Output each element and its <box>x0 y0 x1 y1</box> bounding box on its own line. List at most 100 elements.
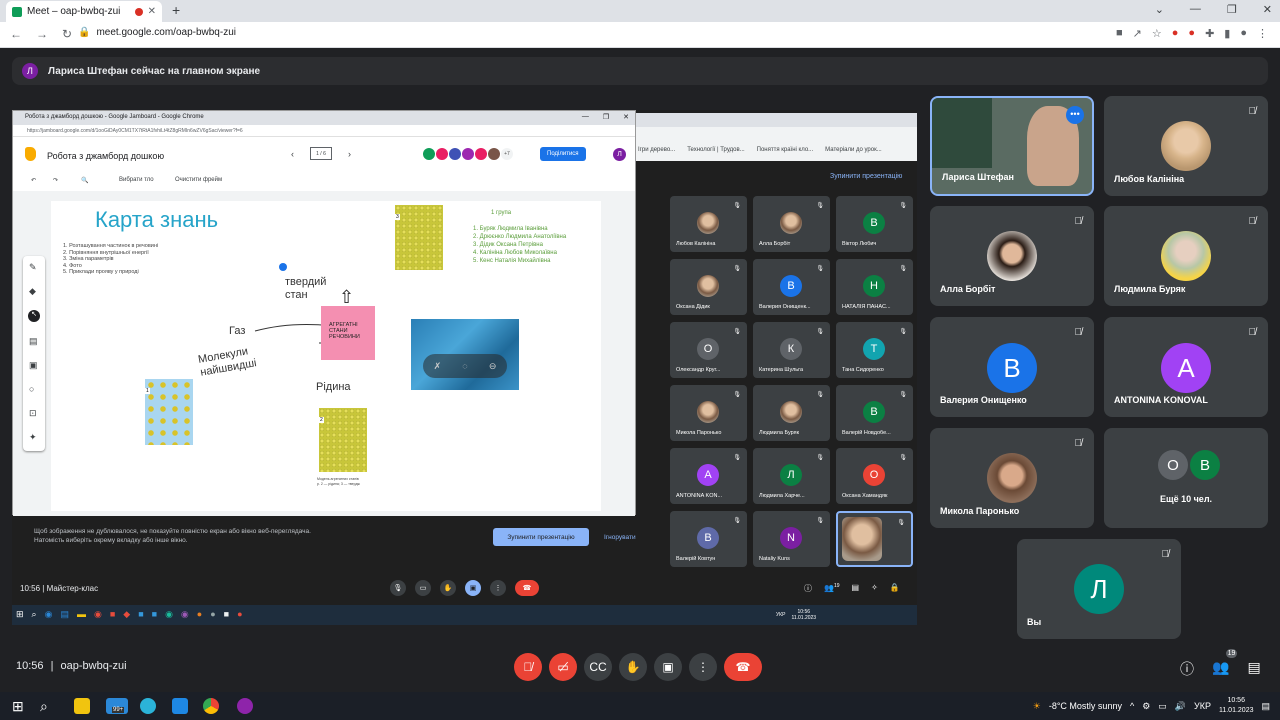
forward-icon[interactable]: → <box>36 27 48 41</box>
reload-icon[interactable]: ↻ <box>62 27 72 41</box>
close-tab-icon[interactable]: ✕ <box>148 6 156 17</box>
participant-name: Валерій Новдобе... <box>842 430 891 436</box>
puzzle-icon[interactable]: ✚ <box>1205 27 1214 40</box>
participant-name: Валерій Ковтун <box>676 556 716 562</box>
participant-tile[interactable]: 🎙̸ Любов Калініна <box>1104 96 1268 196</box>
present-button[interactable]: ▣ <box>654 653 682 681</box>
restore-icon[interactable]: ❐ <box>1227 3 1237 16</box>
tray-chevron-icon[interactable]: ^ <box>1130 701 1134 711</box>
participant-tile[interactable]: В 🎙̸ Валерия Онищенко <box>930 317 1094 417</box>
inner-participant-tile: 🎙 Оксана Дідик <box>670 259 747 315</box>
avatar: Л <box>613 148 626 161</box>
participant-tile[interactable]: 🎙̸ Микола Паронько <box>930 428 1094 528</box>
activities-icon: ✧ <box>871 583 878 592</box>
app-icon: ● <box>210 609 216 619</box>
mail-icon[interactable]: 99+ <box>106 698 128 714</box>
participant-name: Валерия Онищенко <box>940 395 1027 405</box>
app-icon: ◉ <box>180 609 189 619</box>
battery-icon[interactable]: ▭ <box>1158 701 1167 712</box>
participant-name: Людмила Буряк <box>759 430 800 436</box>
sidebar-icon[interactable]: ▮ <box>1224 27 1230 40</box>
app-icon: ■ <box>138 609 144 619</box>
menu-icon[interactable]: ⋮ <box>1257 27 1268 40</box>
more-options-button[interactable]: ⋮ <box>689 653 717 681</box>
inner-controls: 🎙 ▭ ✋ ▣ ⋮ ☎ <box>390 580 539 596</box>
mic-off-icon: 🎙̸ <box>1074 216 1083 227</box>
shared-screen: Ігри дерево... Технології | Трудов... По… <box>12 110 917 625</box>
participant-name: Оксана Хамандяк <box>842 493 888 499</box>
mic-off-icon: 🎙̸ <box>1248 216 1257 227</box>
url-field[interactable]: 🔒 meet.google.com/oap-bwbq-zui <box>78 27 236 38</box>
mic-off-icon: 🎙̸ <box>1074 438 1083 449</box>
participant-tile[interactable]: A 🎙̸ ANTONINA KONOVAL <box>1104 317 1268 417</box>
camera-off-button[interactable]: ▭̸ <box>549 653 577 681</box>
participant-tile[interactable]: 🎙̸ Алла Борбіт <box>930 206 1094 306</box>
minimize-icon[interactable]: — <box>1190 3 1201 16</box>
close-window-icon[interactable]: ✕ <box>1263 3 1272 16</box>
inner-side-controls: ⓘ 👥19 ▤ ✧ 🔒 <box>804 583 900 594</box>
participant-name: Тана Сидоренко <box>842 367 884 373</box>
leave-call-button[interactable]: ☎ <box>724 653 762 681</box>
search-icon[interactable]: ⌕ <box>40 698 56 714</box>
participant-tile-presenter[interactable]: ••• Лариса Штефан <box>930 96 1094 196</box>
avatar: В <box>863 212 885 234</box>
avatar <box>462 148 474 160</box>
notifications-icon[interactable]: ▤ <box>1261 701 1270 712</box>
share-icon[interactable]: ↗ <box>1133 27 1142 40</box>
inner-participant-tile: О 🎙 Олександр Круг... <box>670 322 747 378</box>
new-tab-button[interactable]: + <box>172 2 180 18</box>
network-icon[interactable]: ⚙ <box>1142 701 1150 712</box>
raise-hand-button[interactable]: ✋ <box>619 653 647 681</box>
mic-off-icon: 🎙 <box>897 520 905 526</box>
inner-participant-tile: N 🎙 Nataliy Kuns <box>753 511 830 567</box>
share-button: Поділитися <box>540 147 586 161</box>
chevron-down-icon[interactable]: ⌄ <box>1155 3 1164 16</box>
language-indicator[interactable]: УКР <box>1194 701 1211 711</box>
presenting-banner: Л Лариса Штефан сейчас на главном экране <box>12 57 1268 85</box>
address-bar: ← → ↻ 🔒 meet.google.com/oap-bwbq-zui ■ ↗… <box>0 22 1280 48</box>
molecules-label: Молекули найшвидші <box>197 345 258 379</box>
volume-icon[interactable]: 🔊 <box>1175 701 1186 712</box>
camera-icon[interactable]: ■ <box>1116 27 1123 40</box>
star-icon[interactable]: ☆ <box>1152 27 1162 40</box>
mic-off-icon: 🎙̸ <box>1074 327 1083 338</box>
store-icon[interactable] <box>172 698 188 714</box>
avatar: Л <box>780 464 802 486</box>
extension-icon[interactable]: ● <box>1172 27 1179 40</box>
clear-frame-button: Очистити фрейм <box>175 177 223 183</box>
meeting-code: oap-bwbq-zui <box>60 660 127 672</box>
clock[interactable]: 10:56 11.01.2023 <box>1219 696 1254 716</box>
mic-off-icon: 🎙 <box>733 266 741 272</box>
meet-control-bar: 10:56 | oap-bwbq-zui 🎙̸ ▭̸ CC ✋ ▣ ⋮ ☎ ⓘ … <box>0 645 1280 690</box>
avatar <box>987 453 1037 503</box>
back-icon[interactable]: ← <box>10 27 22 41</box>
avatar: К <box>780 338 802 360</box>
topic-list: 1. Розташування частинок в речовині 2. П… <box>63 243 158 276</box>
avatar <box>488 148 500 160</box>
edge-icon[interactable] <box>140 698 156 714</box>
mic-off-button[interactable]: 🎙̸ <box>514 653 542 681</box>
list-item: 1. Буряк Людмила Іванівна <box>473 226 548 232</box>
captions-button[interactable]: CC <box>584 653 612 681</box>
viber-icon[interactable] <box>237 698 253 714</box>
adblock-icon[interactable]: ● <box>1188 27 1195 40</box>
chat-icon[interactable]: ▤ <box>1247 659 1260 679</box>
people-icon[interactable]: 👥 19 <box>1212 649 1238 679</box>
mic-off-icon: 🎙 <box>899 392 907 398</box>
avatar: Л <box>1074 564 1124 614</box>
image-icon: ▣ <box>29 360 38 370</box>
more-participants-tile[interactable]: О В Ещё 10 чел. <box>1104 428 1268 528</box>
info-icon[interactable]: ⓘ <box>1180 659 1194 679</box>
participant-name: Олександр Круг... <box>676 367 721 373</box>
chrome-icon[interactable] <box>203 698 219 714</box>
browser-tab[interactable]: Meet – oap-bwbq-zui ✕ <box>6 1 162 22</box>
profile-icon[interactable]: ● <box>1240 27 1247 40</box>
file-explorer-icon[interactable] <box>74 698 90 714</box>
more-options-icon[interactable]: ••• <box>1066 106 1084 124</box>
windows-start-icon[interactable]: ⊞ <box>12 698 28 714</box>
jamboard-logo-icon <box>25 147 36 161</box>
self-tile[interactable]: Л 🎙̸ Вы <box>1017 539 1181 639</box>
participant-tile[interactable]: 🎙̸ Людмила Буряк <box>1104 206 1268 306</box>
participant-name: НАТАЛІЯ ПАНАС... <box>842 304 891 310</box>
store-icon: ▤ <box>60 609 69 619</box>
